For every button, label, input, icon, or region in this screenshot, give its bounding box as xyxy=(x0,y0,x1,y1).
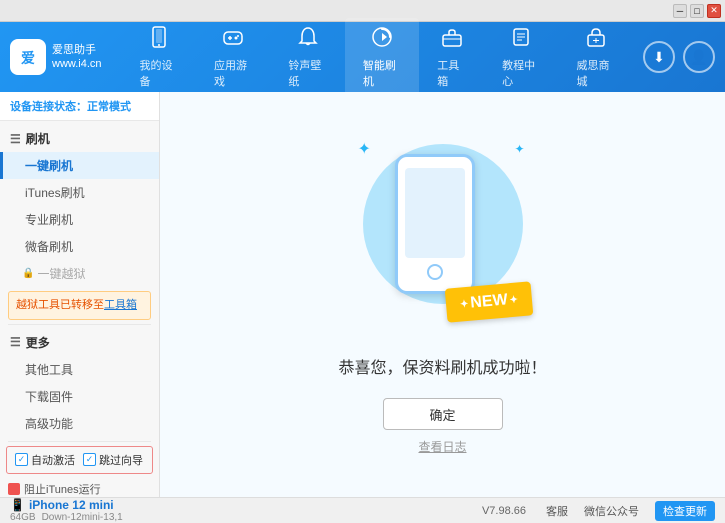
gamepad-icon xyxy=(222,26,244,54)
sidebar: 设备连接状态：正常模式 ☰ 刷机 一键刷机 iTunes刷机 专业刷机 微备刷机… xyxy=(0,92,160,497)
phone-device xyxy=(395,154,475,294)
itunes-bar[interactable]: 阻止iTunes运行 xyxy=(0,478,159,498)
flash-section: ☰ 刷机 一键刷机 iTunes刷机 专业刷机 微备刷机 xyxy=(0,125,159,260)
minimize-button[interactable]: ─ xyxy=(673,4,687,18)
nav-right: ⬇ 👤 xyxy=(643,41,715,73)
nav-apps-games[interactable]: 应用游戏 xyxy=(196,18,270,97)
wechat-link[interactable]: 微信公众号 xyxy=(584,503,639,519)
device-storage: 64GB xyxy=(10,512,36,523)
sidebar-item-one-click-flash[interactable]: 一键刷机 xyxy=(0,152,159,179)
more-section-icon: ☰ xyxy=(10,335,21,349)
nav-ringtones-label: 铃声壁纸 xyxy=(288,57,326,89)
top-nav: 爱 爱思助手 www.i4.cn 我的设备 xyxy=(0,22,725,92)
auto-activate-checkbox[interactable]: ✓ 自动激活 xyxy=(15,452,75,468)
device-model: Down-12mini-13,1 xyxy=(42,512,123,523)
nav-wei-mall-label: 威思商城 xyxy=(577,57,615,89)
sidebar-divider-2 xyxy=(8,441,151,442)
store-icon xyxy=(585,26,607,54)
flash-section-icon: ☰ xyxy=(10,132,21,146)
sidebar-item-download-fw[interactable]: 下载固件 xyxy=(0,383,159,410)
customer-service-link[interactable]: 客服 xyxy=(546,503,568,519)
device-info-section: 📱 iPhone 12 mini 64GB Down-12mini-13,1 xyxy=(10,498,170,523)
jailbreak-disabled: 🔒 一键越狱 xyxy=(0,260,159,287)
phone-home-button xyxy=(427,264,443,280)
nav-toolbox[interactable]: 工具箱 xyxy=(419,18,484,97)
confirm-button[interactable]: 确定 xyxy=(383,398,503,430)
check-update-button[interactable]: 检查更新 xyxy=(655,501,715,521)
skip-wizard-box: ✓ xyxy=(83,453,96,466)
logo-icon: 爱 xyxy=(10,39,46,75)
nav-tutorial[interactable]: 教程中心 xyxy=(484,18,558,97)
more-section-header: ☰ 更多 xyxy=(0,329,159,356)
bottom-bar: 📱 iPhone 12 mini 64GB Down-12mini-13,1 V… xyxy=(0,497,725,523)
svg-text:爱: 爱 xyxy=(21,50,35,66)
close-button[interactable]: ✕ xyxy=(707,4,721,18)
nav-ringtones[interactable]: 铃声壁纸 xyxy=(270,18,344,97)
nav-smart-flash[interactable]: 智能刷机 xyxy=(345,18,419,97)
bell-icon xyxy=(297,26,319,54)
profile-button[interactable]: 👤 xyxy=(683,41,715,73)
phone-screen xyxy=(405,168,465,258)
auto-activate-box: ✓ xyxy=(15,453,28,466)
sidebar-divider xyxy=(8,324,151,325)
flash-icon xyxy=(371,26,393,54)
lock-icon: 🔒 xyxy=(22,268,34,279)
success-title: 恭喜您，保资料刷机成功啦！ xyxy=(338,354,546,378)
nav-toolbox-label: 工具箱 xyxy=(437,57,466,89)
nav-apps-games-label: 应用游戏 xyxy=(214,57,252,89)
nav-wei-mall[interactable]: 威思商城 xyxy=(559,18,633,97)
main-layout: 设备连接状态：正常模式 ☰ 刷机 一键刷机 iTunes刷机 专业刷机 微备刷机… xyxy=(0,92,725,497)
nav-my-device-label: 我的设备 xyxy=(140,57,178,89)
more-section: ☰ 更多 其他工具 下载固件 高级功能 xyxy=(0,329,159,437)
nav-items: 我的设备 应用游戏 铃声壁纸 xyxy=(122,18,633,97)
content-area: ✦ ✦ NEW 恭喜您，保资料刷机成功啦！ 确定 查看日志 xyxy=(160,92,725,497)
phone-small-icon: 📱 xyxy=(10,498,25,512)
phone-icon xyxy=(148,26,170,54)
checkbox-area: ✓ 自动激活 ✓ 跳过向导 xyxy=(6,446,153,474)
flash-section-header: ☰ 刷机 xyxy=(0,125,159,152)
jailbreak-notice: 越狱工具已转移至工具箱 xyxy=(8,291,151,320)
book-icon xyxy=(510,26,532,54)
daily-link[interactable]: 查看日志 xyxy=(418,438,466,455)
sparkle-tr-icon: ✦ xyxy=(514,142,524,156)
sparkle-tl-icon: ✦ xyxy=(358,139,371,159)
nav-smart-flash-label: 智能刷机 xyxy=(363,57,401,89)
sidebar-item-advanced[interactable]: 高级功能 xyxy=(0,410,159,437)
version-label: V7.98.66 xyxy=(482,505,526,517)
new-badge: NEW xyxy=(445,281,534,322)
logo-text: 爱思助手 www.i4.cn xyxy=(52,43,102,72)
success-illustration: ✦ ✦ NEW xyxy=(353,134,533,334)
device-name: iPhone 12 mini xyxy=(29,498,114,512)
toolbox-icon xyxy=(441,26,463,54)
sidebar-item-itunes-flash[interactable]: iTunes刷机 xyxy=(0,179,159,206)
sidebar-item-other-tools[interactable]: 其他工具 xyxy=(0,356,159,383)
nav-my-device[interactable]: 我的设备 xyxy=(122,18,196,97)
sidebar-item-pro-flash[interactable]: 专业刷机 xyxy=(0,206,159,233)
maximize-button[interactable]: □ xyxy=(690,4,704,18)
nav-tutorial-label: 教程中心 xyxy=(502,57,540,89)
download-button[interactable]: ⬇ xyxy=(643,41,675,73)
status-bar: 设备连接状态：正常模式 xyxy=(0,92,159,121)
sidebar-item-save-flash[interactable]: 微备刷机 xyxy=(0,233,159,260)
skip-wizard-checkbox[interactable]: ✓ 跳过向导 xyxy=(83,452,143,468)
stop-icon xyxy=(8,483,20,495)
logo-area: 爱 爱思助手 www.i4.cn xyxy=(10,39,102,75)
